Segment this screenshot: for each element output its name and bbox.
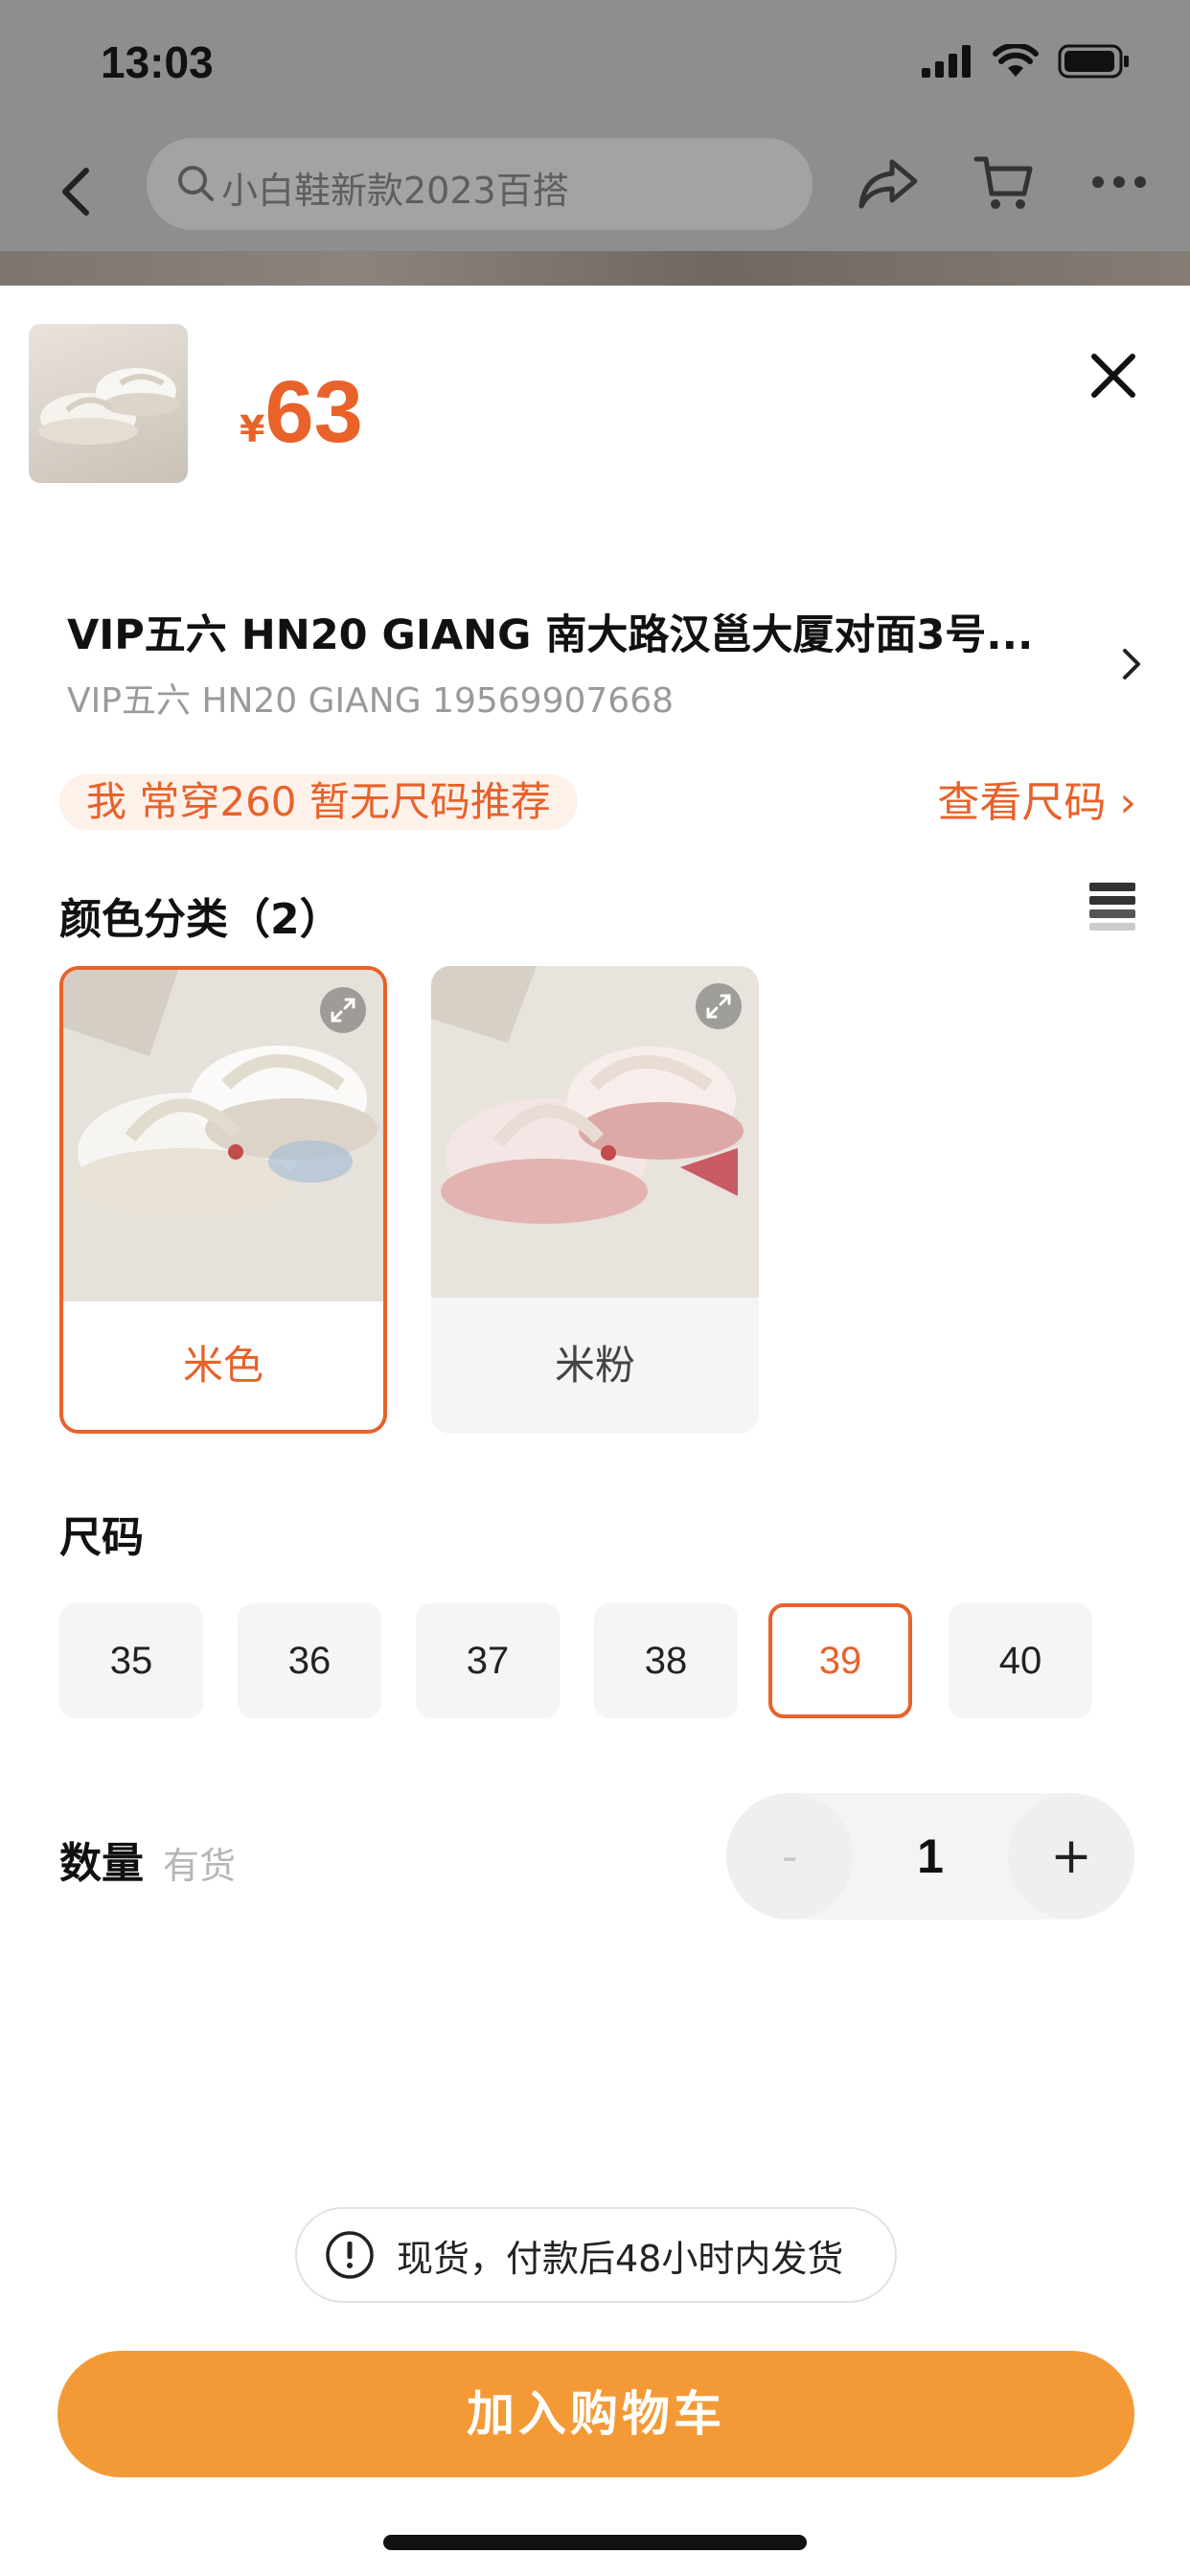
search-icon — [175, 163, 216, 207]
stock-status: 有货 — [163, 1845, 237, 1887]
quantity-decrease-button[interactable]: - — [726, 1793, 853, 1920]
expand-icon[interactable] — [320, 987, 366, 1033]
color-option-beige-pink[interactable]: 米粉 — [431, 966, 759, 1434]
close-icon[interactable] — [1085, 347, 1142, 404]
quantity-stepper: - 1 + — [726, 1793, 1134, 1920]
add-to-cart-button[interactable]: 加入购物车 — [57, 2351, 1134, 2477]
sku-selection-sheet: ¥63 VIP五六 HN20 GIANG 南大路汉邕大厦对面3号... VIP五… — [0, 286, 1190, 2576]
more-options-icon[interactable] — [1090, 174, 1148, 190]
quantity-label: 数量 — [59, 1839, 144, 1888]
battery-icon — [1058, 44, 1129, 79]
size-option-38[interactable]: 38 — [594, 1603, 738, 1718]
status-time: 13:03 — [101, 37, 214, 87]
chevron-right-icon[interactable] — [1119, 645, 1146, 683]
quantity-value[interactable]: 1 — [870, 1793, 991, 1920]
product-thumbnail[interactable] — [29, 324, 188, 483]
size-section-heading: 尺码 — [59, 1513, 144, 1562]
home-indicator — [383, 2535, 807, 2550]
price-value: 63 — [264, 363, 363, 461]
size-option-35[interactable]: 35 — [59, 1603, 203, 1718]
color-section-heading: 颜色分类（2） — [59, 895, 342, 944]
expand-icon[interactable] — [696, 983, 742, 1029]
cellular-signal-icon — [922, 45, 971, 78]
shipping-address[interactable]: VIP五六 HN20 GIANG 南大路汉邕大厦对面3号... VIP五六 HN… — [67, 602, 1121, 723]
cart-icon[interactable] — [973, 151, 1034, 213]
color-option-label: 米色 — [182, 1342, 263, 1389]
background-page-overlay[interactable]: 13:03 小白鞋新款2023百搭 — [0, 0, 1190, 288]
status-icons — [922, 44, 1131, 79]
share-icon[interactable] — [858, 156, 919, 210]
search-bar[interactable]: 小白鞋新款2023百搭 — [147, 138, 812, 230]
price-currency: ¥ — [240, 408, 265, 450]
quantity-increase-button[interactable]: + — [1008, 1793, 1134, 1920]
back-arrow-icon[interactable] — [54, 163, 96, 220]
search-placeholder: 小白鞋新款2023百搭 — [221, 170, 569, 212]
info-exclamation-icon — [326, 2231, 374, 2279]
size-option-36[interactable]: 36 — [238, 1603, 381, 1718]
address-contact-line: VIP五六 HN20 GIANG 19569907668 — [67, 681, 675, 721]
list-view-toggle-icon[interactable] — [1089, 883, 1135, 931]
shipping-notice-text: 现货，付款后48小时内发货 — [397, 2237, 844, 2280]
color-option-beige[interactable]: 米色 — [59, 966, 387, 1434]
size-option-37[interactable]: 37 — [416, 1603, 560, 1718]
size-recommendation-badge[interactable]: 我 常穿260 暂无尺码推荐 — [59, 774, 578, 830]
address-recipient-line: VIP五六 HN20 GIANG 南大路汉邕大厦对面3号... — [67, 611, 1034, 659]
size-option-40[interactable]: 40 — [949, 1603, 1092, 1718]
size-option-39[interactable]: 39 — [768, 1603, 912, 1718]
status-bar: 13:03 — [0, 0, 1190, 134]
wifi-icon — [993, 44, 1039, 77]
shipping-notice: 现货，付款后48小时内发货 — [295, 2207, 897, 2303]
size-chart-link[interactable]: 查看尺码 › — [937, 776, 1136, 830]
color-option-label: 米粉 — [554, 1342, 635, 1389]
price: ¥63 — [240, 362, 363, 463]
background-product-photo — [0, 251, 1190, 288]
